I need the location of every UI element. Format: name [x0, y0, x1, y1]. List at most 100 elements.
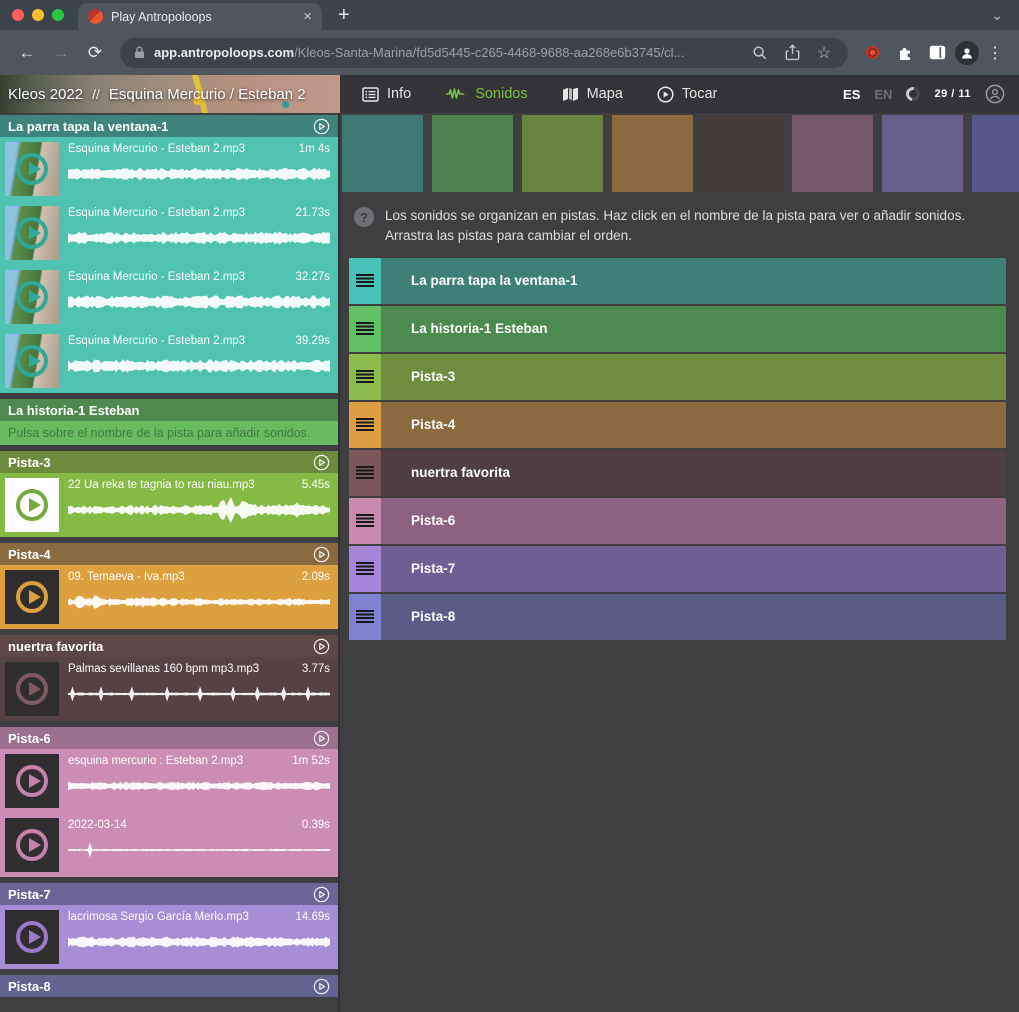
track-section-header[interactable]: La parra tapa la ventana-1	[0, 115, 338, 137]
zoom-page-icon[interactable]	[748, 45, 772, 61]
track-section-header[interactable]: nuertra favorita	[0, 635, 338, 657]
track-section-header[interactable]: Pista-6	[0, 727, 338, 749]
address-bar[interactable]: app.antropoloops.com/Kleos-Santa-Marina/…	[120, 38, 848, 68]
reload-button[interactable]: ⟳	[80, 38, 110, 68]
section-play-icon[interactable]	[313, 730, 330, 747]
url-text[interactable]: app.antropoloops.com/Kleos-Santa-Marina/…	[154, 45, 740, 60]
section-play-icon[interactable]	[313, 978, 330, 995]
track-drag-handle[interactable]	[349, 402, 381, 448]
track-drag-handle[interactable]	[349, 498, 381, 544]
clip-play-icon[interactable]	[16, 281, 48, 313]
tab-info[interactable]: Info	[362, 86, 411, 102]
section-play-icon[interactable]	[313, 638, 330, 655]
audio-clip[interactable]: Esquina Mercurio - Esteban 2.mp339.29s	[0, 329, 338, 393]
audio-clip[interactable]: Esquina Mercurio - Esteban 2.mp321.73s	[0, 201, 338, 265]
clip-thumbnail[interactable]	[5, 662, 59, 716]
track-row-body[interactable]: Pista-8	[381, 594, 1006, 640]
record-indicator-icon[interactable]	[866, 46, 879, 59]
audio-clip[interactable]: Palmas sevillanas 160 bpm mp3.mp33.77s	[0, 657, 338, 721]
clip-thumbnail[interactable]	[5, 570, 59, 624]
tab-sonidos[interactable]: Sonidos	[445, 86, 527, 102]
track-section-header[interactable]: La historia-1 Esteban	[0, 399, 338, 421]
new-tab-button[interactable]: +	[338, 4, 350, 27]
track-row[interactable]: Pista-3	[349, 354, 1006, 400]
audio-clip[interactable]: 09. Temaeva - Iva.mp32.09s	[0, 565, 338, 629]
track-section-header[interactable]: Pista-7	[0, 883, 338, 905]
audio-clip[interactable]: Esquina Mercurio - Esteban 2.mp31m 4s	[0, 137, 338, 201]
clip-thumbnail[interactable]	[5, 478, 59, 532]
track-section-header[interactable]: Pista-8	[0, 975, 338, 997]
clip-thumbnail[interactable]	[5, 142, 59, 196]
track-row-body[interactable]: nuertra favorita	[381, 450, 1006, 496]
browser-tab[interactable]: Play Antropoloops ×	[78, 3, 322, 30]
track-color-swatch[interactable]	[612, 115, 693, 192]
track-row[interactable]: La parra tapa la ventana-1	[349, 258, 1006, 304]
clip-play-icon[interactable]	[16, 581, 48, 613]
track-row-body[interactable]: La parra tapa la ventana-1	[381, 258, 1006, 304]
track-color-swatch[interactable]	[432, 115, 513, 192]
extensions-puzzle-icon[interactable]	[891, 44, 919, 61]
tab-tocar[interactable]: Tocar	[657, 86, 717, 103]
clip-thumbnail[interactable]	[5, 334, 59, 388]
track-row[interactable]: La historia-1 Esteban	[349, 306, 1006, 352]
section-play-icon[interactable]	[313, 454, 330, 471]
tab-mapa[interactable]: Mapa	[562, 86, 623, 102]
clip-play-icon[interactable]	[16, 489, 48, 521]
browser-menu-icon[interactable]: ⋮	[983, 43, 1007, 63]
track-drag-handle[interactable]	[349, 354, 381, 400]
track-color-swatch[interactable]	[342, 115, 423, 192]
track-row[interactable]: nuertra favorita	[349, 450, 1006, 496]
share-icon[interactable]	[780, 44, 804, 61]
side-panel-icon[interactable]	[923, 45, 951, 60]
audio-clip[interactable]: 22 Ua reka te tagnia to rau niau.mp35.45…	[0, 473, 338, 537]
track-color-swatch[interactable]	[702, 115, 783, 192]
track-color-swatch[interactable]	[522, 115, 603, 192]
audio-clip[interactable]: 2022-03-140.39s	[0, 813, 338, 877]
clip-thumbnail[interactable]	[5, 270, 59, 324]
window-minimize-button[interactable]	[32, 9, 44, 21]
clip-play-icon[interactable]	[16, 765, 48, 797]
clip-thumbnail[interactable]	[5, 206, 59, 260]
clip-play-icon[interactable]	[16, 217, 48, 249]
clip-thumbnail[interactable]	[5, 818, 59, 872]
track-drag-handle[interactable]	[349, 546, 381, 592]
audio-clip[interactable]: lacrimosa Sergio García Merlo.mp314.69s	[0, 905, 338, 969]
track-row[interactable]: Pista-8	[349, 594, 1006, 640]
track-color-swatch[interactable]	[882, 115, 963, 192]
clip-play-icon[interactable]	[16, 829, 48, 861]
track-drag-handle[interactable]	[349, 258, 381, 304]
track-row[interactable]: Pista-4	[349, 402, 1006, 448]
lang-en-button[interactable]: EN	[874, 87, 892, 102]
track-row[interactable]: Pista-6	[349, 498, 1006, 544]
audio-clip[interactable]: esquina mercurio : Esteban 2.mp31m 52s	[0, 749, 338, 813]
track-row-body[interactable]: La historia-1 Esteban	[381, 306, 1006, 352]
section-play-icon[interactable]	[313, 118, 330, 135]
tab-close-icon[interactable]: ×	[303, 9, 312, 24]
section-play-icon[interactable]	[313, 546, 330, 563]
track-row-body[interactable]: Pista-4	[381, 402, 1006, 448]
track-color-swatch[interactable]	[792, 115, 873, 192]
clip-play-icon[interactable]	[16, 673, 48, 705]
account-icon[interactable]	[985, 84, 1005, 104]
clip-play-icon[interactable]	[16, 345, 48, 377]
back-button[interactable]: ←	[12, 38, 42, 68]
window-close-button[interactable]	[12, 9, 24, 21]
track-row-body[interactable]: Pista-7	[381, 546, 1006, 592]
clip-play-icon[interactable]	[16, 921, 48, 953]
track-section-header[interactable]: Pista-3	[0, 451, 338, 473]
track-drag-handle[interactable]	[349, 594, 381, 640]
track-drag-handle[interactable]	[349, 450, 381, 496]
track-section-header[interactable]: Pista-4	[0, 543, 338, 565]
lang-es-button[interactable]: ES	[843, 87, 860, 102]
tab-search-chevron-icon[interactable]: ⌄	[991, 7, 1003, 24]
bookmark-star-icon[interactable]: ☆	[812, 43, 836, 63]
audio-clip[interactable]: Esquina Mercurio - Esteban 2.mp332.27s	[0, 265, 338, 329]
track-drag-handle[interactable]	[349, 306, 381, 352]
track-row-body[interactable]: Pista-3	[381, 354, 1006, 400]
clip-thumbnail[interactable]	[5, 910, 59, 964]
window-zoom-button[interactable]	[52, 9, 64, 21]
forward-button[interactable]: →	[46, 38, 76, 68]
track-row[interactable]: Pista-7	[349, 546, 1006, 592]
track-row-body[interactable]: Pista-6	[381, 498, 1006, 544]
track-color-swatch[interactable]	[972, 115, 1019, 192]
